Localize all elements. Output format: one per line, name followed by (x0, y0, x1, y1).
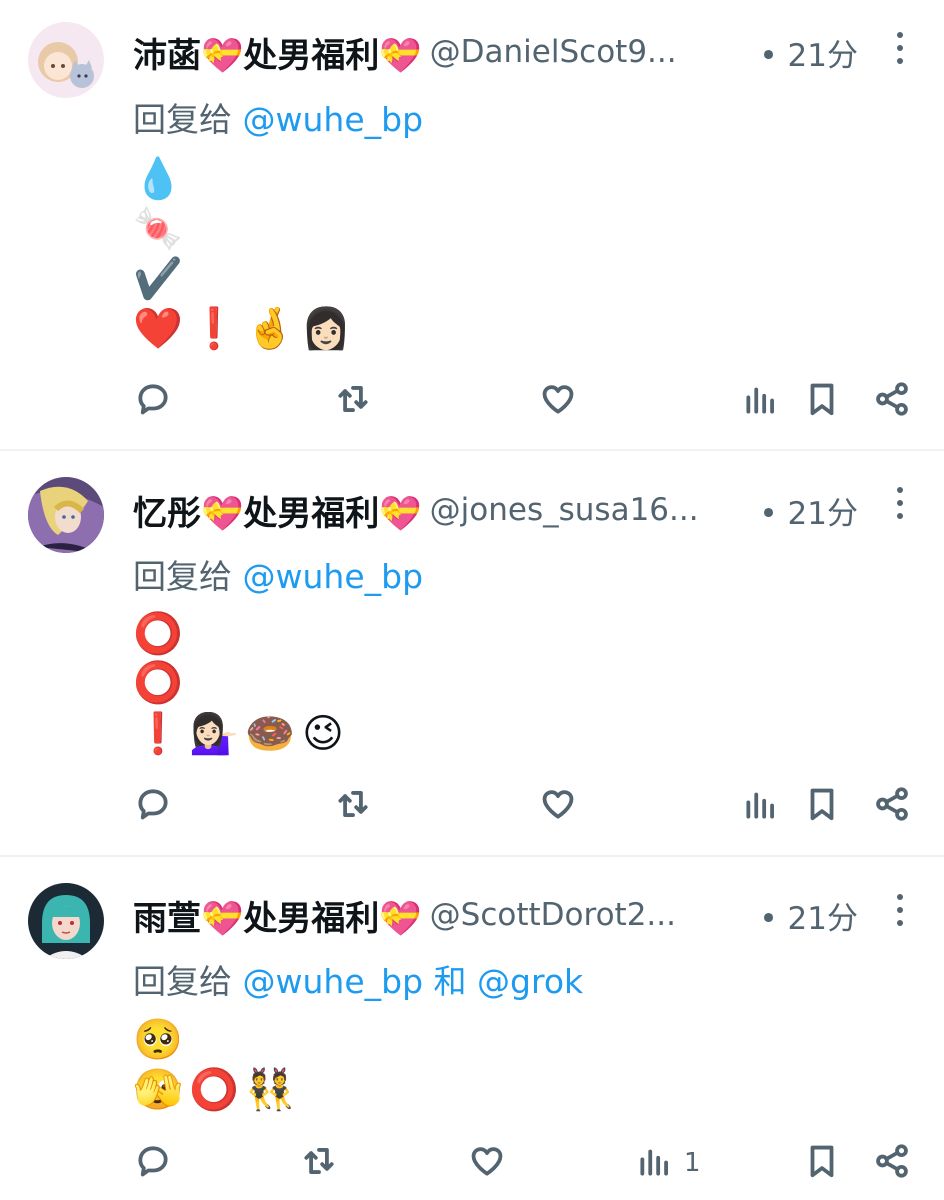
reply-context: 回复给 @wuhe_bp (133, 93, 423, 141)
views-icon[interactable] (636, 1140, 678, 1182)
heart-icon[interactable] (539, 378, 581, 420)
emoji: 😉 (302, 711, 344, 757)
text-line: 🍬 (133, 204, 183, 254)
reply-context: 回复给 @wuhe_bp 和 @grok (133, 955, 583, 1003)
reply-conjunction: 和 (433, 962, 467, 1001)
emoji: ✔️ (133, 256, 183, 302)
text-line: ⭕ (133, 658, 183, 708)
emoji: 🍩 (245, 711, 295, 757)
display-name[interactable]: 雨萱💝处男福利💝 (133, 891, 422, 940)
avatar[interactable] (28, 477, 104, 553)
views-icon[interactable] (742, 783, 784, 825)
reply-prefix: 回复给 (133, 557, 232, 596)
action-bar (0, 783, 944, 833)
emoji: ❗ (133, 711, 183, 757)
timestamp[interactable]: • 21分 (759, 488, 858, 533)
bookmark-icon[interactable] (803, 783, 845, 825)
bookmark-icon[interactable] (803, 378, 845, 420)
display-name[interactable]: 忆彤💝处男福利💝 (133, 486, 422, 535)
text-line: ✔️ (133, 254, 183, 304)
share-icon[interactable] (873, 1140, 915, 1182)
action-bar (0, 378, 944, 428)
mention-link[interactable]: @grok (477, 962, 583, 1001)
emoji: 👩🏻 (301, 306, 351, 352)
user-handle[interactable]: @DanielScot9... (430, 34, 754, 70)
user-handle[interactable]: @jones_susa16... (430, 492, 754, 528)
more-vertical-icon[interactable] (890, 890, 910, 930)
user-handle[interactable]: @ScottDorot2... (430, 897, 754, 933)
text-line: ❗ 💁🏻‍♀️ 🍩 😉 (133, 709, 345, 759)
reply-prefix: 回复给 (133, 100, 232, 139)
emoji: 💧 (133, 156, 183, 202)
more-vertical-icon[interactable] (890, 483, 910, 523)
text-line: ❤️ ❗ 🤞 👩🏻 (133, 304, 351, 354)
emoji: ⭕ (133, 611, 183, 657)
retweet-icon[interactable] (334, 783, 376, 825)
reply-icon[interactable] (134, 1140, 176, 1182)
tweet[interactable]: 忆彤💝处男福利💝 @jones_susa16... • 21分 回复给 @wuh… (0, 451, 944, 853)
emoji: 🤞 (245, 306, 295, 352)
heart-icon[interactable] (468, 1140, 510, 1182)
bookmark-icon[interactable] (803, 1140, 845, 1182)
display-name[interactable]: 沛菡💝处男福利💝 (133, 28, 422, 77)
emoji: 🫣 (133, 1067, 183, 1113)
text-line: 🥺 (133, 1015, 183, 1065)
heart-icon[interactable] (539, 783, 581, 825)
text-line: ⭕ (133, 609, 183, 659)
reply-prefix: 回复给 (133, 962, 232, 1001)
emoji: ❗ (189, 306, 239, 352)
action-bar: 1 (0, 1140, 944, 1190)
mention-link[interactable]: @wuhe_bp (243, 962, 424, 1001)
emoji: 🥺 (133, 1017, 183, 1063)
reply-icon[interactable] (134, 378, 176, 420)
avatar[interactable] (28, 883, 104, 959)
emoji: ❤️ (133, 306, 183, 352)
text-line: 💧 (133, 154, 183, 204)
emoji: ⭕ (133, 660, 183, 706)
emoji: 🍬 (133, 206, 183, 252)
reply-context: 回复给 @wuhe_bp (133, 550, 423, 598)
timestamp[interactable]: • 21分 (759, 30, 858, 75)
emoji: ⭕ (189, 1067, 239, 1113)
tweet[interactable]: 沛菡💝处男福利💝 @DanielScot9... • 21分 回复给 @wuhe… (0, 0, 944, 448)
avatar[interactable] (28, 22, 104, 98)
emoji: 👯 (245, 1067, 295, 1113)
emoji: 💁🏻‍♀️ (189, 711, 239, 757)
retweet-icon[interactable] (334, 378, 376, 420)
text-line: 🫣 ⭕ 👯 (133, 1065, 295, 1115)
more-vertical-icon[interactable] (890, 28, 910, 68)
timestamp[interactable]: • 21分 (759, 893, 858, 938)
views-icon[interactable] (742, 378, 784, 420)
mention-link[interactable]: @wuhe_bp (243, 100, 424, 139)
views-count: 1 (684, 1148, 701, 1178)
mention-link[interactable]: @wuhe_bp (243, 557, 424, 596)
share-icon[interactable] (873, 378, 915, 420)
reply-icon[interactable] (134, 783, 176, 825)
retweet-icon[interactable] (300, 1140, 342, 1182)
tweet[interactable]: 雨萱💝处男福利💝 @ScottDorot2... • 21分 回复给 @wuhe… (0, 857, 944, 1200)
share-icon[interactable] (873, 783, 915, 825)
